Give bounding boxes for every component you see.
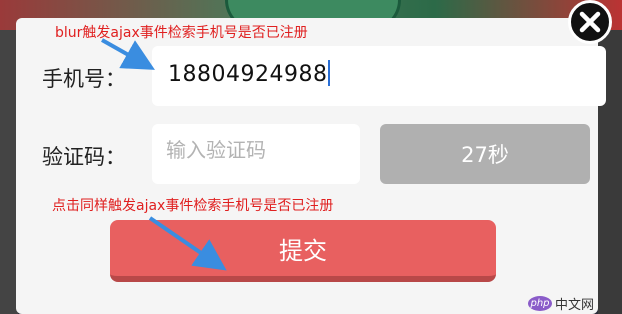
annotation-click: 点击同样触发ajax事件检索手机号是否已注册	[52, 198, 334, 214]
watermark: php 中文网	[528, 294, 594, 313]
watermark-text: 中文网	[555, 298, 595, 313]
close-button[interactable]	[568, 0, 612, 44]
close-icon	[579, 11, 601, 33]
submit-button[interactable]: 提交	[110, 220, 496, 282]
annotation-blur: blur触发ajax事件检索手机号是否已注册	[55, 25, 308, 41]
code-field[interactable]	[152, 124, 360, 184]
code-input[interactable]	[166, 138, 346, 162]
countdown-button[interactable]: 27秒	[380, 124, 590, 184]
php-logo-icon: php	[528, 296, 552, 311]
text-caret	[328, 60, 331, 86]
phone-label: 手机号：	[42, 67, 126, 91]
code-label: 验证码：	[42, 145, 126, 169]
phone-value: 18804924988	[168, 62, 328, 87]
phone-input[interactable]: 18804924988	[152, 46, 606, 106]
